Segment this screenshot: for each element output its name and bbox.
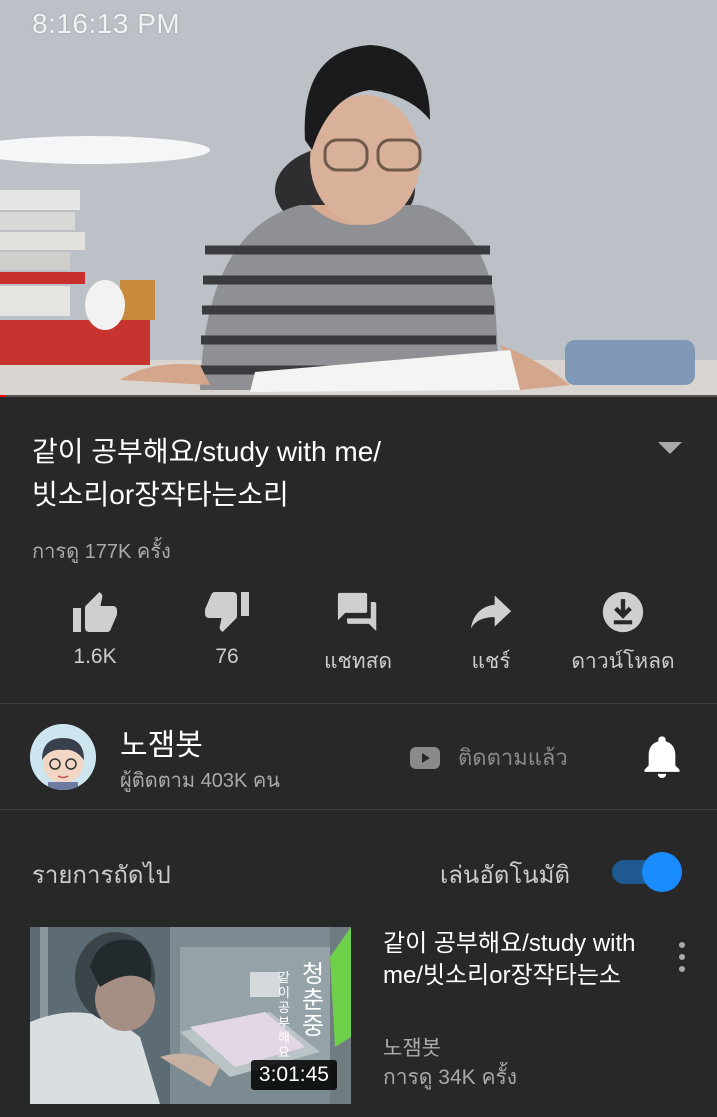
thumbs-down-icon: [157, 585, 297, 639]
download-icon: [553, 585, 693, 639]
channel-avatar[interactable]: [30, 724, 96, 790]
overlay-time: 8:16:13 PM: [32, 8, 181, 39]
bell-icon[interactable]: [642, 736, 682, 784]
like-count: 1.6K: [73, 645, 117, 668]
duration-badge: 3:01:45: [250, 1060, 337, 1090]
channel-name[interactable]: 노잼봇: [120, 720, 203, 764]
dislike-button[interactable]: 76: [157, 585, 297, 669]
share-button[interactable]: แชร์: [421, 585, 561, 678]
next-video-thumbnail[interactable]: 청춘중 같이공부해요 3:01:45: [30, 927, 351, 1104]
chevron-down-icon[interactable]: [656, 438, 684, 458]
download-button[interactable]: ดาวน์โหลด: [553, 585, 693, 678]
chat-icon: [288, 585, 428, 639]
dislike-count: 76: [215, 645, 239, 668]
live-chat-button[interactable]: แชทสด: [288, 585, 428, 678]
autoplay-label: เล่นอัตโนมัติ: [440, 862, 571, 889]
subscribed-button[interactable]: ติดตามแล้ว: [410, 740, 568, 775]
video-player[interactable]: 8:16:13 PM: [0, 0, 717, 397]
share-label: แชร์: [471, 650, 511, 673]
next-video-title[interactable]: 같이 공부해요/study with me/빗소리or장작타는소: [383, 928, 653, 992]
thumbs-up-icon: [25, 585, 165, 639]
thumbnail-text-sub: 같이공부해요: [278, 971, 290, 1061]
video-title-line2: 빗소리or장작타는소리: [32, 479, 289, 510]
youtube-icon: [410, 746, 440, 769]
autoplay-toggle[interactable]: [612, 852, 682, 892]
thumbnail-text-main: 청춘중: [302, 960, 325, 1040]
like-button[interactable]: 1.6K: [25, 585, 165, 669]
more-options-icon[interactable]: [672, 940, 692, 974]
toggle-knob: [642, 852, 682, 892]
view-count: การดู 177K ครั้ง: [32, 541, 171, 563]
share-icon: [421, 585, 561, 639]
download-label: ดาวน์โหลด: [571, 650, 675, 673]
up-next-label: รายการถัดไป: [32, 862, 171, 889]
progress-played: [0, 395, 6, 397]
video-frame: [0, 0, 717, 397]
next-video-channel: 노잼봇: [383, 1037, 441, 1060]
subscriber-count: ผู้ติดตาม 403K คน: [120, 770, 280, 792]
live-chat-label: แชทสด: [323, 650, 393, 673]
next-video-views: การดู 34K ครั้ง: [383, 1066, 518, 1089]
subscribed-label: ติดตามแล้ว: [458, 745, 568, 770]
progress-bar[interactable]: [0, 395, 717, 397]
video-title-line1: 같이 공부해요/study with me/: [32, 436, 382, 467]
divider: [0, 703, 717, 704]
video-title[interactable]: 같이 공부해요/study with me/ 빗소리or장작타는소리: [32, 430, 632, 516]
divider: [0, 809, 717, 810]
action-bar: 1.6K 76 แชทสด แชร์ ดาวน์โหลด: [0, 585, 717, 685]
